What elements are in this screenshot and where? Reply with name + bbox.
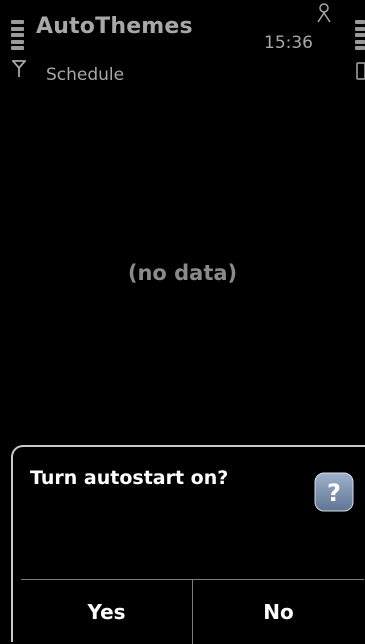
antenna-icon xyxy=(12,60,26,77)
dialog-message: Turn autostart on? xyxy=(30,467,229,489)
clock: 15:36 xyxy=(264,33,313,53)
view-subtitle: Schedule xyxy=(46,65,125,85)
signal-strength-icon xyxy=(11,20,24,50)
app-title: AutoThemes xyxy=(36,14,193,39)
yes-button[interactable]: Yes xyxy=(21,580,192,644)
user-icon xyxy=(317,3,331,23)
svg-text:?: ? xyxy=(327,479,341,507)
battery-level-icon xyxy=(355,20,365,50)
empty-state-text: (no data) xyxy=(127,261,238,285)
no-button[interactable]: No xyxy=(192,580,364,644)
dialog-buttons: Yes No xyxy=(21,579,364,644)
confirm-dialog: Turn autostart on? ? Yes No xyxy=(11,445,365,644)
phone-icon xyxy=(356,62,365,80)
status-bar: AutoThemes 15:36 Schedule xyxy=(0,0,365,96)
help-question-icon: ? xyxy=(314,472,354,512)
